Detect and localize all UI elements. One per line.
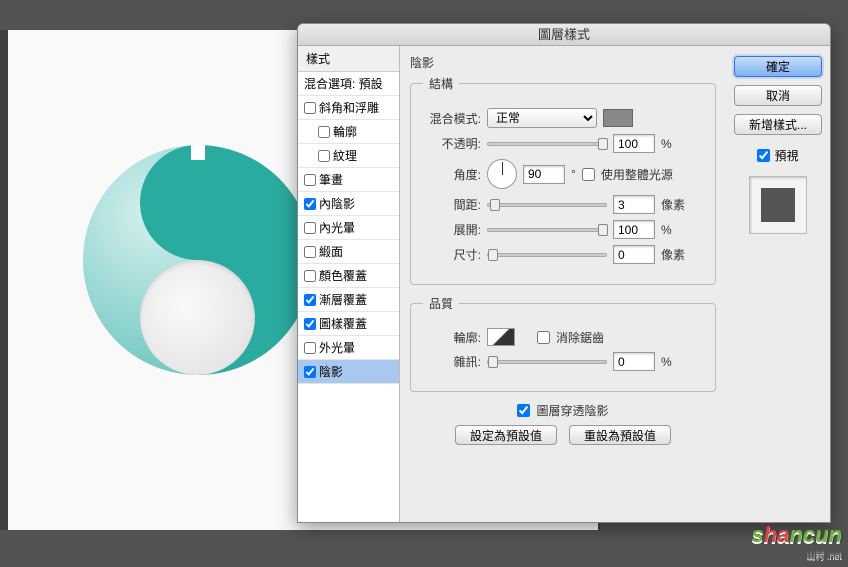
angle-dial[interactable] <box>487 159 517 189</box>
size-input[interactable] <box>613 245 655 264</box>
style-item-11[interactable]: 陰影 <box>298 360 399 384</box>
panel-title: 陰影 <box>410 54 716 71</box>
opacity-input[interactable] <box>613 134 655 153</box>
watermark: shancun 山村 .net <box>751 522 842 561</box>
make-default-button[interactable]: 設定為預設值 <box>455 425 557 445</box>
style-checkbox[interactable] <box>304 222 316 234</box>
styles-header[interactable]: 樣式 <box>298 46 399 72</box>
style-checkbox[interactable] <box>304 246 316 258</box>
styles-list: 樣式 混合選項: 預設 斜角和浮雕輪廓紋理筆畫內陰影內光暈緞面顏色覆蓋漸層覆蓋圖… <box>298 46 400 522</box>
size-slider[interactable] <box>487 253 607 257</box>
style-item-8[interactable]: 漸層覆蓋 <box>298 288 399 312</box>
distance-slider[interactable] <box>487 203 607 207</box>
spread-slider[interactable] <box>487 228 607 232</box>
opacity-slider[interactable] <box>487 142 607 146</box>
style-checkbox[interactable] <box>304 294 316 306</box>
quality-group: 品質 輪廓: 消除鋸齒 雜訊: % <box>410 295 716 392</box>
style-item-1[interactable]: 輪廓 <box>298 120 399 144</box>
global-light-checkbox[interactable] <box>582 168 595 181</box>
style-item-6[interactable]: 緞面 <box>298 240 399 264</box>
blend-options-row[interactable]: 混合選項: 預設 <box>298 72 399 96</box>
style-item-5[interactable]: 內光暈 <box>298 216 399 240</box>
style-item-3[interactable]: 筆畫 <box>298 168 399 192</box>
contour-picker[interactable] <box>487 328 515 346</box>
style-item-7[interactable]: 顏色覆蓋 <box>298 264 399 288</box>
style-item-0[interactable]: 斜角和浮雕 <box>298 96 399 120</box>
style-item-10[interactable]: 外光暈 <box>298 336 399 360</box>
style-item-4[interactable]: 內陰影 <box>298 192 399 216</box>
cancel-button[interactable]: 取消 <box>734 85 822 106</box>
style-checkbox[interactable] <box>304 270 316 282</box>
style-checkbox[interactable] <box>318 126 330 138</box>
blend-mode-select[interactable]: 正常 <box>487 108 597 128</box>
distance-input[interactable] <box>613 195 655 214</box>
style-checkbox[interactable] <box>304 342 316 354</box>
dialog-title: 圖層樣式 <box>298 24 830 46</box>
new-style-button[interactable]: 新增樣式... <box>734 114 822 135</box>
antialias-checkbox[interactable] <box>537 331 550 344</box>
style-checkbox[interactable] <box>304 174 316 186</box>
style-checkbox[interactable] <box>304 198 316 210</box>
style-item-9[interactable]: 圖樣覆蓋 <box>298 312 399 336</box>
noise-input[interactable] <box>613 352 655 371</box>
shadow-color-swatch[interactable] <box>603 109 633 127</box>
style-checkbox[interactable] <box>304 318 316 330</box>
ok-button[interactable]: 確定 <box>734 56 822 77</box>
structure-group: 結構 混合模式: 正常 不透明: % 角度: ° <box>410 75 716 285</box>
spread-input[interactable] <box>613 220 655 239</box>
settings-panel: 陰影 結構 混合模式: 正常 不透明: % 角度: <box>400 46 726 522</box>
style-checkbox[interactable] <box>318 150 330 162</box>
preview-thumbnail <box>749 176 807 234</box>
knockout-checkbox[interactable] <box>517 404 530 417</box>
style-checkbox[interactable] <box>304 366 316 378</box>
preview-checkbox[interactable] <box>757 149 770 162</box>
style-item-2[interactable]: 紋理 <box>298 144 399 168</box>
artwork-preview <box>83 145 313 375</box>
angle-input[interactable] <box>523 165 565 184</box>
reset-default-button[interactable]: 重設為預設值 <box>569 425 671 445</box>
noise-slider[interactable] <box>487 360 607 364</box>
dialog-buttons: 確定 取消 新增樣式... 預視 <box>726 46 830 522</box>
layer-style-dialog: 圖層樣式 樣式 混合選項: 預設 斜角和浮雕輪廓紋理筆畫內陰影內光暈緞面顏色覆蓋… <box>297 23 831 523</box>
style-checkbox[interactable] <box>304 102 316 114</box>
